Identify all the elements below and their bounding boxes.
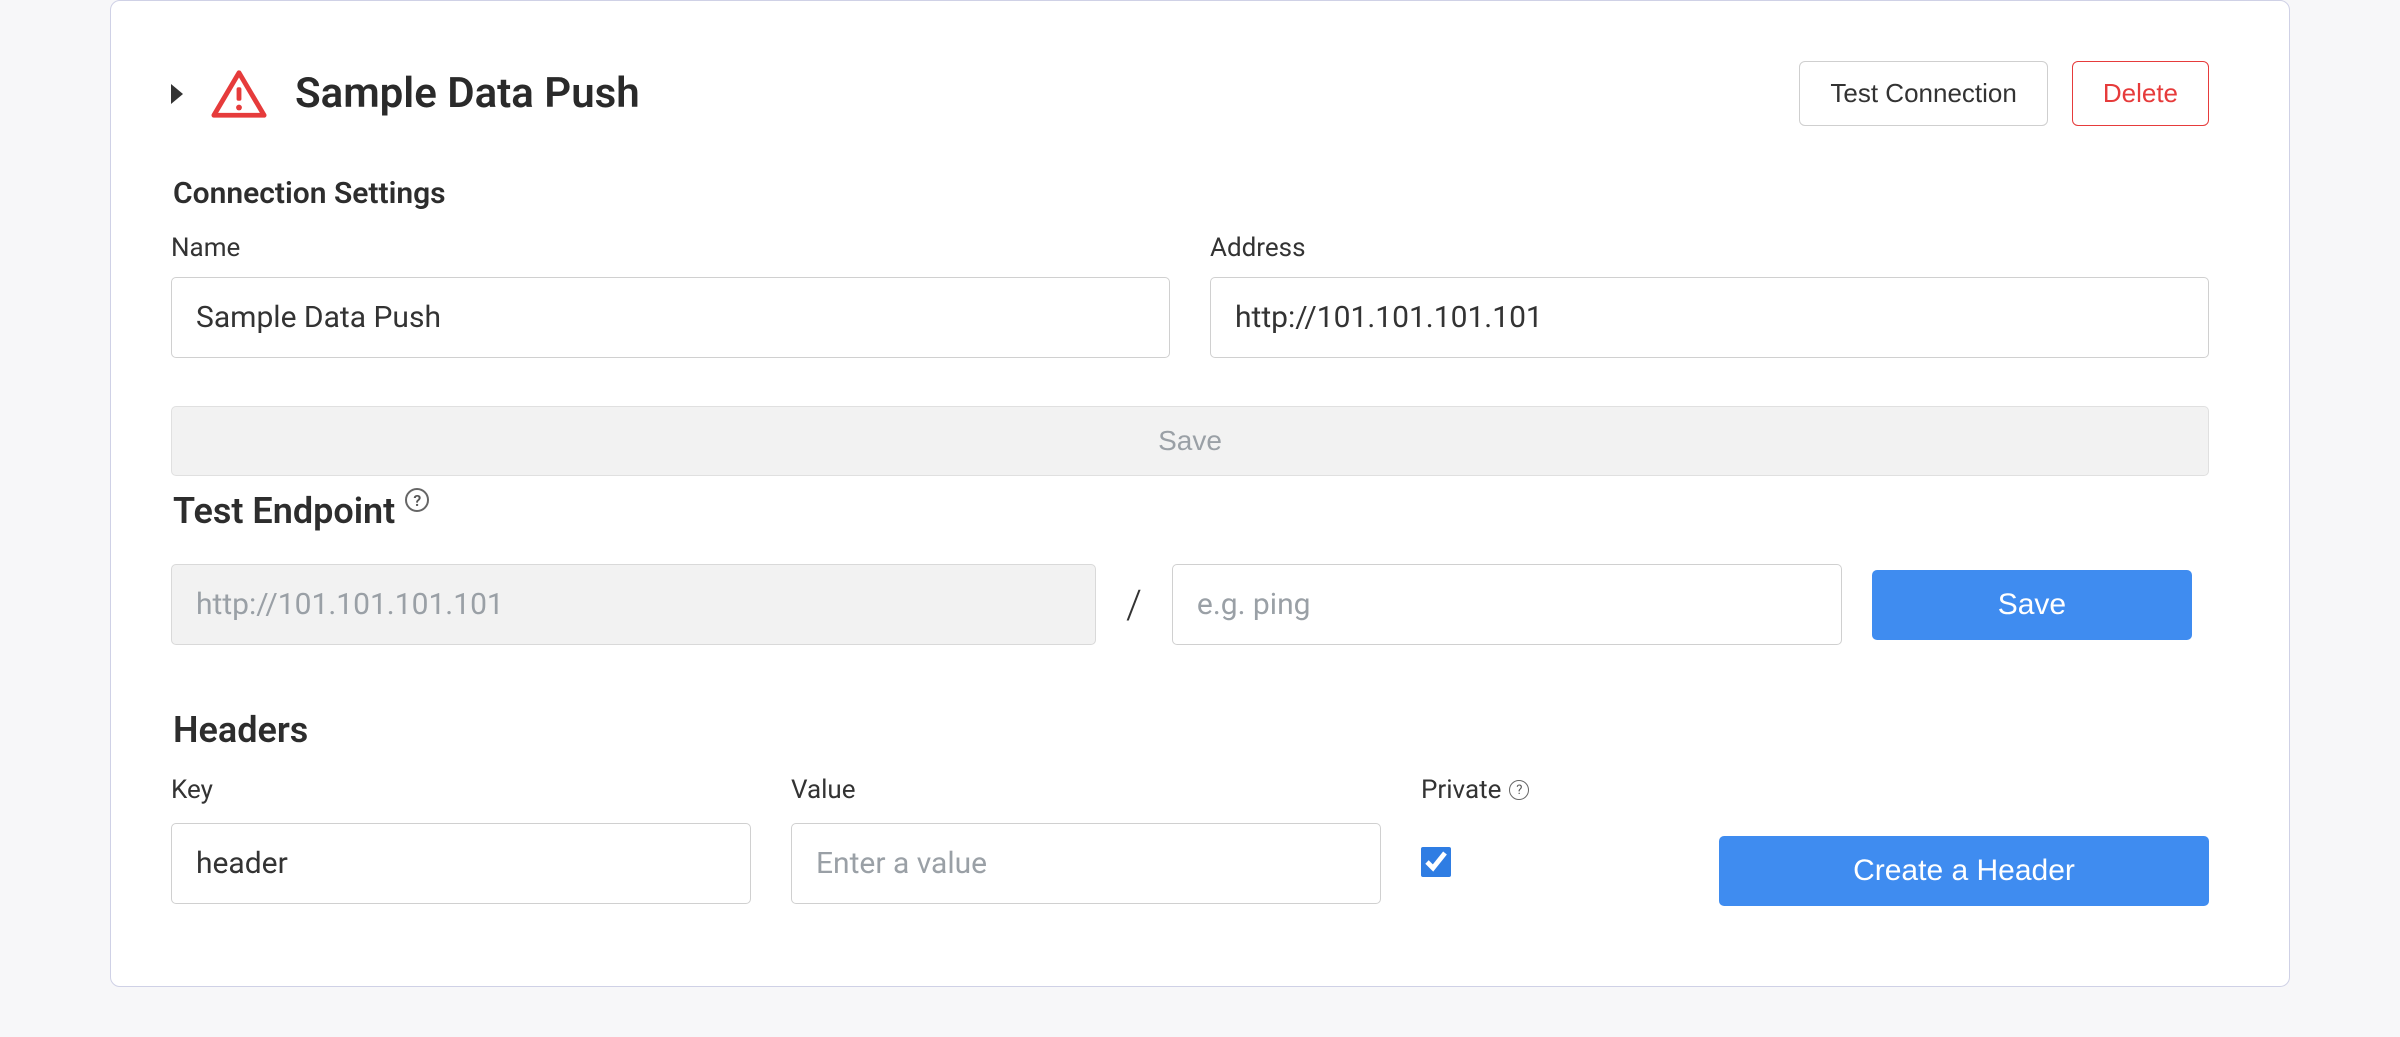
- connection-save-button: Save: [171, 406, 2209, 476]
- create-header-button[interactable]: Create a Header: [1719, 836, 2209, 906]
- test-endpoint-title: Test Endpoint ?: [173, 490, 429, 532]
- address-input[interactable]: [1210, 277, 2209, 358]
- test-connection-button[interactable]: Test Connection: [1799, 61, 2047, 126]
- header-key-label: Key: [171, 775, 751, 805]
- expand-chevron-icon[interactable]: [171, 84, 183, 104]
- help-icon[interactable]: ?: [405, 488, 429, 512]
- header-key-input[interactable]: [171, 823, 751, 904]
- endpoint-path-input[interactable]: [1172, 564, 1842, 645]
- name-input[interactable]: [171, 277, 1170, 358]
- headers-row: Key Value Private ? Create a Header: [171, 775, 2209, 906]
- headers-title: Headers: [173, 709, 308, 751]
- header-private-column: Private ?: [1421, 775, 1529, 901]
- connection-settings-row: Name Address: [171, 233, 2209, 358]
- header-value-label: Value: [791, 775, 1381, 805]
- card-title: Sample Data Push: [295, 69, 640, 118]
- connection-card: Sample Data Push Test Connection Delete …: [110, 0, 2290, 987]
- address-label: Address: [1210, 233, 2209, 263]
- address-column: Address: [1210, 233, 2209, 358]
- name-label: Name: [171, 233, 1170, 263]
- card-header-actions: Test Connection Delete: [1799, 61, 2209, 126]
- connection-settings-title: Connection Settings: [173, 176, 2209, 211]
- card-header: Sample Data Push Test Connection Delete: [171, 61, 2209, 126]
- header-value-column: Value: [791, 775, 1381, 904]
- endpoint-separator: /: [1126, 581, 1142, 628]
- header-private-label: Private: [1421, 775, 1501, 805]
- test-endpoint-title-text: Test Endpoint: [173, 490, 395, 532]
- endpoint-base-input: [171, 564, 1096, 645]
- create-header-column: Create a Header: [1719, 775, 2209, 906]
- header-key-column: Key: [171, 775, 751, 904]
- header-private-label-wrap: Private ?: [1421, 775, 1529, 805]
- warning-icon: [211, 69, 267, 119]
- test-endpoint-row: / Save: [171, 564, 2209, 645]
- endpoint-save-button[interactable]: Save: [1872, 570, 2192, 640]
- help-icon[interactable]: ?: [1509, 780, 1529, 800]
- card-header-left: Sample Data Push: [171, 69, 640, 119]
- header-value-input[interactable]: [791, 823, 1381, 904]
- delete-button[interactable]: Delete: [2072, 61, 2209, 126]
- header-private-checkbox[interactable]: [1421, 847, 1451, 877]
- name-column: Name: [171, 233, 1170, 358]
